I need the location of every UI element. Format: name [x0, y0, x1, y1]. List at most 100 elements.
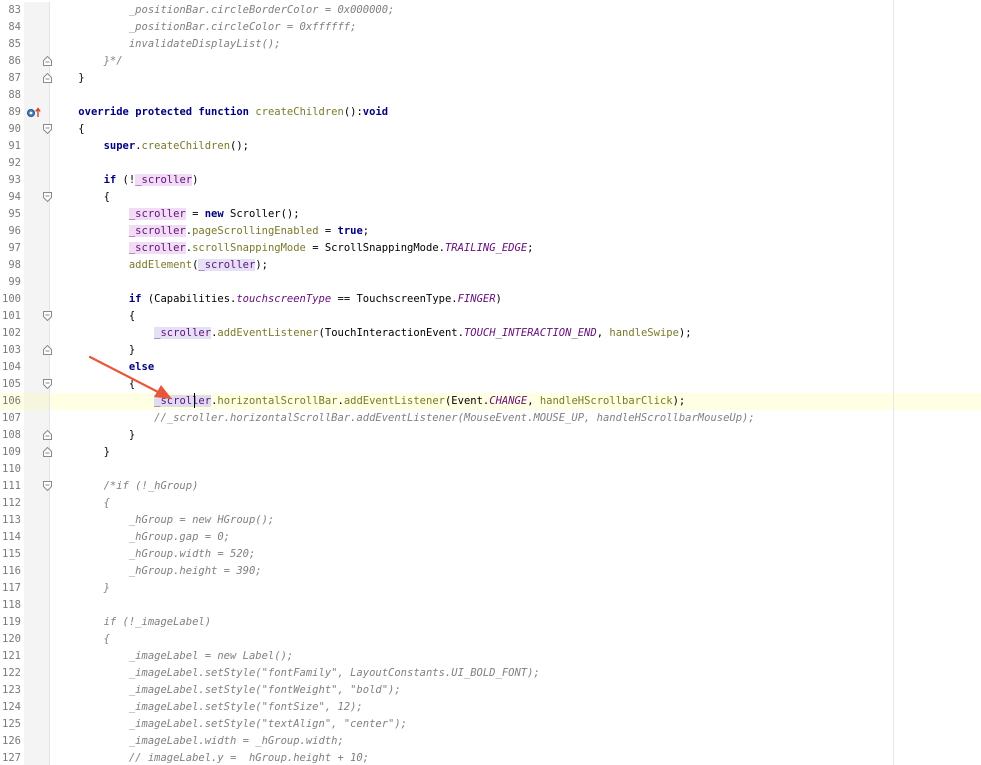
- gutter-cell[interactable]: [24, 461, 50, 478]
- fold-collapse-icon[interactable]: [43, 124, 52, 134]
- code-text[interactable]: _imageLabel.setStyle("textAlign", "cente…: [53, 716, 407, 733]
- code-text[interactable]: _imageLabel.setStyle("fontFamily", Layou…: [53, 665, 540, 682]
- code-line[interactable]: 97 _scroller.scrollSnappingMode = Scroll…: [0, 240, 981, 257]
- gutter-cell[interactable]: [24, 733, 50, 750]
- code-text[interactable]: if (!_scroller): [53, 172, 198, 189]
- gutter-cell[interactable]: [24, 427, 52, 444]
- gutter-cell[interactable]: [24, 376, 52, 393]
- code-line[interactable]: 110: [0, 461, 981, 478]
- code-line[interactable]: 122 _imageLabel.setStyle("fontFamily", L…: [0, 665, 981, 682]
- code-line[interactable]: 107 //_scroller.horizontalScrollBar.addE…: [0, 410, 981, 427]
- code-text[interactable]: }: [53, 342, 135, 359]
- code-line[interactable]: 84 _positionBar.circleColor = 0xffffff;: [0, 19, 981, 36]
- code-line[interactable]: 99: [0, 274, 981, 291]
- gutter-cell[interactable]: [24, 393, 50, 410]
- code-text[interactable]: // imageLabel.y = hGroup.height + 10;: [53, 750, 369, 765]
- code-text[interactable]: {: [53, 308, 135, 325]
- gutter-cell[interactable]: [24, 223, 50, 240]
- code-text[interactable]: }: [53, 580, 110, 597]
- gutter-cell[interactable]: [24, 70, 52, 87]
- code-line[interactable]: 113 _hGroup = new HGroup();: [0, 512, 981, 529]
- gutter-cell[interactable]: [24, 53, 52, 70]
- code-text[interactable]: _imageLabel.setStyle("fontWeight", "bold…: [53, 682, 401, 699]
- code-text[interactable]: }: [53, 70, 84, 87]
- gutter-cell[interactable]: [24, 699, 50, 716]
- gutter-cell[interactable]: [24, 631, 50, 648]
- code-line[interactable]: 103 }: [0, 342, 981, 359]
- code-text[interactable]: _scroller = new Scroller();: [53, 206, 300, 223]
- code-line[interactable]: 109 }: [0, 444, 981, 461]
- gutter-cell[interactable]: [24, 2, 50, 19]
- code-text[interactable]: invalidateDisplayList();: [53, 36, 281, 53]
- fold-collapse-icon[interactable]: [43, 379, 52, 389]
- code-line[interactable]: 86 }*/: [0, 53, 981, 70]
- gutter-cell[interactable]: [24, 359, 50, 376]
- gutter-cell[interactable]: [24, 665, 50, 682]
- code-line[interactable]: 118: [0, 597, 981, 614]
- fold-collapse-icon[interactable]: [43, 311, 52, 321]
- gutter-cell[interactable]: [24, 682, 50, 699]
- code-line[interactable]: 93 if (!_scroller): [0, 172, 981, 189]
- gutter-cell[interactable]: [24, 291, 50, 308]
- code-text[interactable]: {: [53, 631, 110, 648]
- gutter-cell[interactable]: [24, 325, 50, 342]
- code-line[interactable]: 89 override protected function createChi…: [0, 104, 981, 121]
- fold-collapse-icon[interactable]: [43, 192, 52, 202]
- code-line[interactable]: 87 }: [0, 70, 981, 87]
- code-line[interactable]: 114 _hGroup.gap = 0;: [0, 529, 981, 546]
- gutter-cell[interactable]: [24, 648, 50, 665]
- code-text[interactable]: _scroller.addEventListener(TouchInteract…: [53, 325, 692, 342]
- gutter-cell[interactable]: [24, 155, 50, 172]
- fold-end-icon[interactable]: [43, 430, 52, 440]
- code-line[interactable]: 108 }: [0, 427, 981, 444]
- gutter-cell[interactable]: [24, 512, 50, 529]
- code-text[interactable]: if (Capabilities.touchscreenType == Touc…: [53, 291, 502, 308]
- code-text[interactable]: _hGroup = new HGroup();: [53, 512, 274, 529]
- code-line[interactable]: 90 {: [0, 121, 981, 138]
- gutter-cell[interactable]: [24, 172, 50, 189]
- code-text[interactable]: _hGroup.height = 390;: [53, 563, 262, 580]
- fold-end-icon[interactable]: [43, 56, 52, 66]
- gutter-cell[interactable]: [24, 257, 50, 274]
- gutter-cell[interactable]: [24, 750, 50, 765]
- code-line[interactable]: 127 // imageLabel.y = hGroup.height + 10…: [0, 750, 981, 765]
- gutter-cell[interactable]: [24, 580, 50, 597]
- code-text[interactable]: override protected function createChildr…: [53, 104, 388, 121]
- code-line[interactable]: 123 _imageLabel.setStyle("fontWeight", "…: [0, 682, 981, 699]
- code-line[interactable]: 101 {: [0, 308, 981, 325]
- code-line[interactable]: 91 super.createChildren();: [0, 138, 981, 155]
- code-line[interactable]: 105 {: [0, 376, 981, 393]
- override-method-icon[interactable]: [26, 107, 42, 118]
- code-line[interactable]: 121 _imageLabel = new Label();: [0, 648, 981, 665]
- code-line[interactable]: 96 _scroller.pageScrollingEnabled = true…: [0, 223, 981, 240]
- gutter-cell[interactable]: [24, 308, 52, 325]
- code-line[interactable]: 88: [0, 87, 981, 104]
- gutter-cell[interactable]: [24, 121, 52, 138]
- code-line[interactable]: 111 /*if (!_hGroup): [0, 478, 981, 495]
- code-text[interactable]: {: [53, 495, 110, 512]
- code-text[interactable]: else: [53, 359, 154, 376]
- code-line[interactable]: 100 if (Capabilities.touchscreenType == …: [0, 291, 981, 308]
- code-editor[interactable]: 83 _positionBar.circleBorderColor = 0x00…: [0, 0, 981, 765]
- code-text[interactable]: /*if (!_hGroup): [53, 478, 199, 495]
- code-text[interactable]: _imageLabel.width = _hGroup.width;: [53, 733, 344, 750]
- gutter-cell[interactable]: [24, 87, 50, 104]
- gutter-cell[interactable]: [24, 138, 50, 155]
- gutter-cell[interactable]: [24, 342, 52, 359]
- gutter-cell[interactable]: [24, 240, 50, 257]
- code-line[interactable]: 112 {: [0, 495, 981, 512]
- code-line[interactable]: 106 _scroller.horizontalScrollBar.addEve…: [0, 393, 981, 410]
- code-text[interactable]: _scroller.scrollSnappingMode = ScrollSna…: [53, 240, 533, 257]
- code-line[interactable]: 117 }: [0, 580, 981, 597]
- gutter-cell[interactable]: [24, 546, 50, 563]
- code-line[interactable]: 119 if (!_imageLabel): [0, 614, 981, 631]
- code-text[interactable]: _scroller.horizontalScrollBar.addEventLi…: [53, 393, 685, 410]
- code-line[interactable]: 95 _scroller = new Scroller();: [0, 206, 981, 223]
- code-line[interactable]: 126 _imageLabel.width = _hGroup.width;: [0, 733, 981, 750]
- code-line[interactable]: 125 _imageLabel.setStyle("textAlign", "c…: [0, 716, 981, 733]
- gutter-cell[interactable]: [24, 274, 50, 291]
- gutter-cell[interactable]: [24, 478, 52, 495]
- gutter-cell[interactable]: [24, 19, 50, 36]
- code-text[interactable]: addElement(_scroller);: [53, 257, 268, 274]
- code-text[interactable]: _imageLabel = new Label();: [53, 648, 293, 665]
